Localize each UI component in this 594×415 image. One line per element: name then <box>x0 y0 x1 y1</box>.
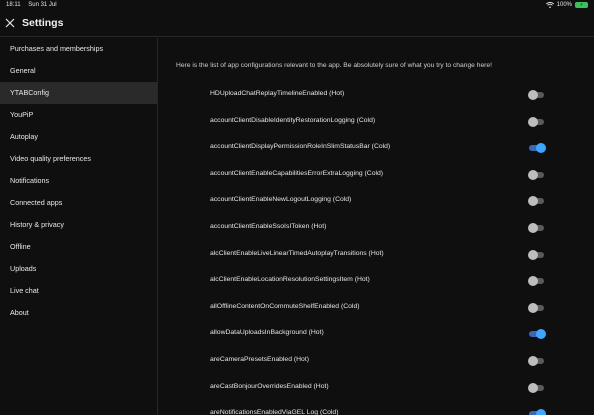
sidebar-item-general[interactable]: General <box>0 60 157 82</box>
setting-toggle[interactable] <box>528 276 546 287</box>
status-bar: 18:11 Sun 31 Jul 100% ⚡ <box>0 0 594 11</box>
setting-toggle[interactable] <box>528 355 546 366</box>
setting-label: areCameraPresetsEnabled (Hot) <box>210 355 309 363</box>
setting-row: accountClientEnableCapabilitiesErrorExtr… <box>159 162 594 189</box>
setting-toggle[interactable] <box>528 116 546 127</box>
page-title: Settings <box>22 17 64 29</box>
setting-label: accountClientDisplayPermissionRoleInSlim… <box>210 143 391 151</box>
setting-toggle[interactable] <box>528 222 546 233</box>
setting-row: accountClientDisplayPermissionRoleInSlim… <box>159 135 594 162</box>
sidebar-item-ytabconfig[interactable]: YTABConfig <box>0 82 157 104</box>
sidebar-item-connected-apps[interactable]: Connected apps <box>0 192 157 214</box>
toggle-knob <box>528 169 538 180</box>
config-notice: Here is the list of app configurations r… <box>176 62 492 69</box>
setting-row: allOfflineContentOnCommuteShelfEnabled (… <box>159 295 594 322</box>
status-time: 18:11 <box>6 2 21 8</box>
sidebar-item-purchases-and-memberships[interactable]: Purchases and memberships <box>0 38 157 60</box>
header: Settings <box>0 11 594 37</box>
setting-toggle[interactable] <box>528 409 546 415</box>
setting-toggle[interactable] <box>528 302 546 313</box>
close-icon[interactable] <box>3 16 17 30</box>
status-date: Sun 31 Jul <box>28 2 57 8</box>
setting-toggle[interactable] <box>528 196 546 207</box>
setting-label: accountClientEnableCapabilitiesErrorExtr… <box>210 169 384 177</box>
sidebar-item-live-chat[interactable]: Live chat <box>0 280 157 302</box>
sidebar: Purchases and memberships General YTABConf… <box>0 38 158 415</box>
setting-toggle[interactable] <box>528 249 546 260</box>
setting-toggle[interactable] <box>528 90 546 100</box>
toggle-knob <box>528 276 538 287</box>
wifi-icon <box>545 2 554 8</box>
setting-label: accountClientDisableIdentityRestorationL… <box>210 116 376 124</box>
toggle-knob <box>528 355 538 366</box>
toggle-knob <box>528 249 538 260</box>
setting-label: accountClientEnableNewLogoutLogging (Col… <box>210 196 352 204</box>
setting-row: alcClientEnableLocationResolutionSetting… <box>159 268 594 295</box>
setting-label: alcClientEnableLocationResolutionSetting… <box>210 276 370 284</box>
setting-toggle[interactable] <box>528 329 546 340</box>
setting-row: accountClientEnableSsoIsIToken (Hot) <box>159 215 594 242</box>
battery-charging-icon: ⚡ <box>575 2 588 8</box>
setting-label: allOfflineContentOnCommuteShelfEnabled (… <box>210 302 360 310</box>
setting-label: alcClientEnableLiveLinearTimedAutoplayTr… <box>210 249 384 257</box>
sidebar-item-youpip[interactable]: YouPiP <box>0 104 157 126</box>
setting-row: accountClientDisableIdentityRestorationL… <box>159 109 594 136</box>
sidebar-item-history-privacy[interactable]: History & privacy <box>0 214 157 236</box>
setting-row: areNotificationsEnabledViaGEL Log (Cold) <box>159 401 594 415</box>
setting-row: allowDataUploadsInBackground (Hot) <box>159 321 594 348</box>
setting-label: HDUploadChatReplayTimelineEnabled (Hot) <box>210 90 345 97</box>
setting-toggle[interactable] <box>528 382 546 393</box>
toggle-knob <box>536 143 546 154</box>
setting-toggle[interactable] <box>528 169 546 180</box>
setting-row: areCameraPresetsEnabled (Hot) <box>159 348 594 375</box>
setting-row: areCastBonjourOverridesEnabled (Hot) <box>159 375 594 402</box>
setting-row: alcClientEnableLiveLinearTimedAutoplayTr… <box>159 242 594 269</box>
setting-label: areCastBonjourOverridesEnabled (Hot) <box>210 382 329 390</box>
toggle-knob <box>528 382 538 393</box>
toggle-knob <box>528 116 538 127</box>
toggle-knob <box>536 409 546 415</box>
setting-label: areNotificationsEnabledViaGEL Log (Cold) <box>210 409 339 415</box>
setting-row: accountClientEnableNewLogoutLogging (Col… <box>159 188 594 215</box>
toggle-knob <box>528 90 538 100</box>
sidebar-item-about[interactable]: About <box>0 302 157 324</box>
settings-list: HDUploadChatReplayTimelineEnabled (Hot) a… <box>159 82 594 415</box>
sidebar-item-notifications[interactable]: Notifications <box>0 170 157 192</box>
sidebar-item-autoplay[interactable]: Autoplay <box>0 126 157 148</box>
toggle-knob <box>528 196 538 207</box>
status-bar-left: 18:11 Sun 31 Jul <box>6 2 57 8</box>
toggle-knob <box>528 302 538 313</box>
setting-label: accountClientEnableSsoIsIToken (Hot) <box>210 222 327 230</box>
sidebar-item-uploads[interactable]: Uploads <box>0 258 157 280</box>
sidebar-item-offline[interactable]: Offline <box>0 236 157 258</box>
battery-percent: 100% <box>556 2 572 8</box>
setting-label: allowDataUploadsInBackground (Hot) <box>210 329 324 337</box>
setting-row: HDUploadChatReplayTimelineEnabled (Hot) <box>159 82 594 109</box>
settings-panel: Here is the list of app configurations r… <box>159 38 594 415</box>
setting-toggle[interactable] <box>528 143 546 154</box>
status-bar-right: 100% ⚡ <box>545 2 588 8</box>
toggle-knob <box>528 222 538 233</box>
sidebar-item-video-quality-preferences[interactable]: Video quality preferences <box>0 148 157 170</box>
toggle-knob <box>536 329 546 340</box>
